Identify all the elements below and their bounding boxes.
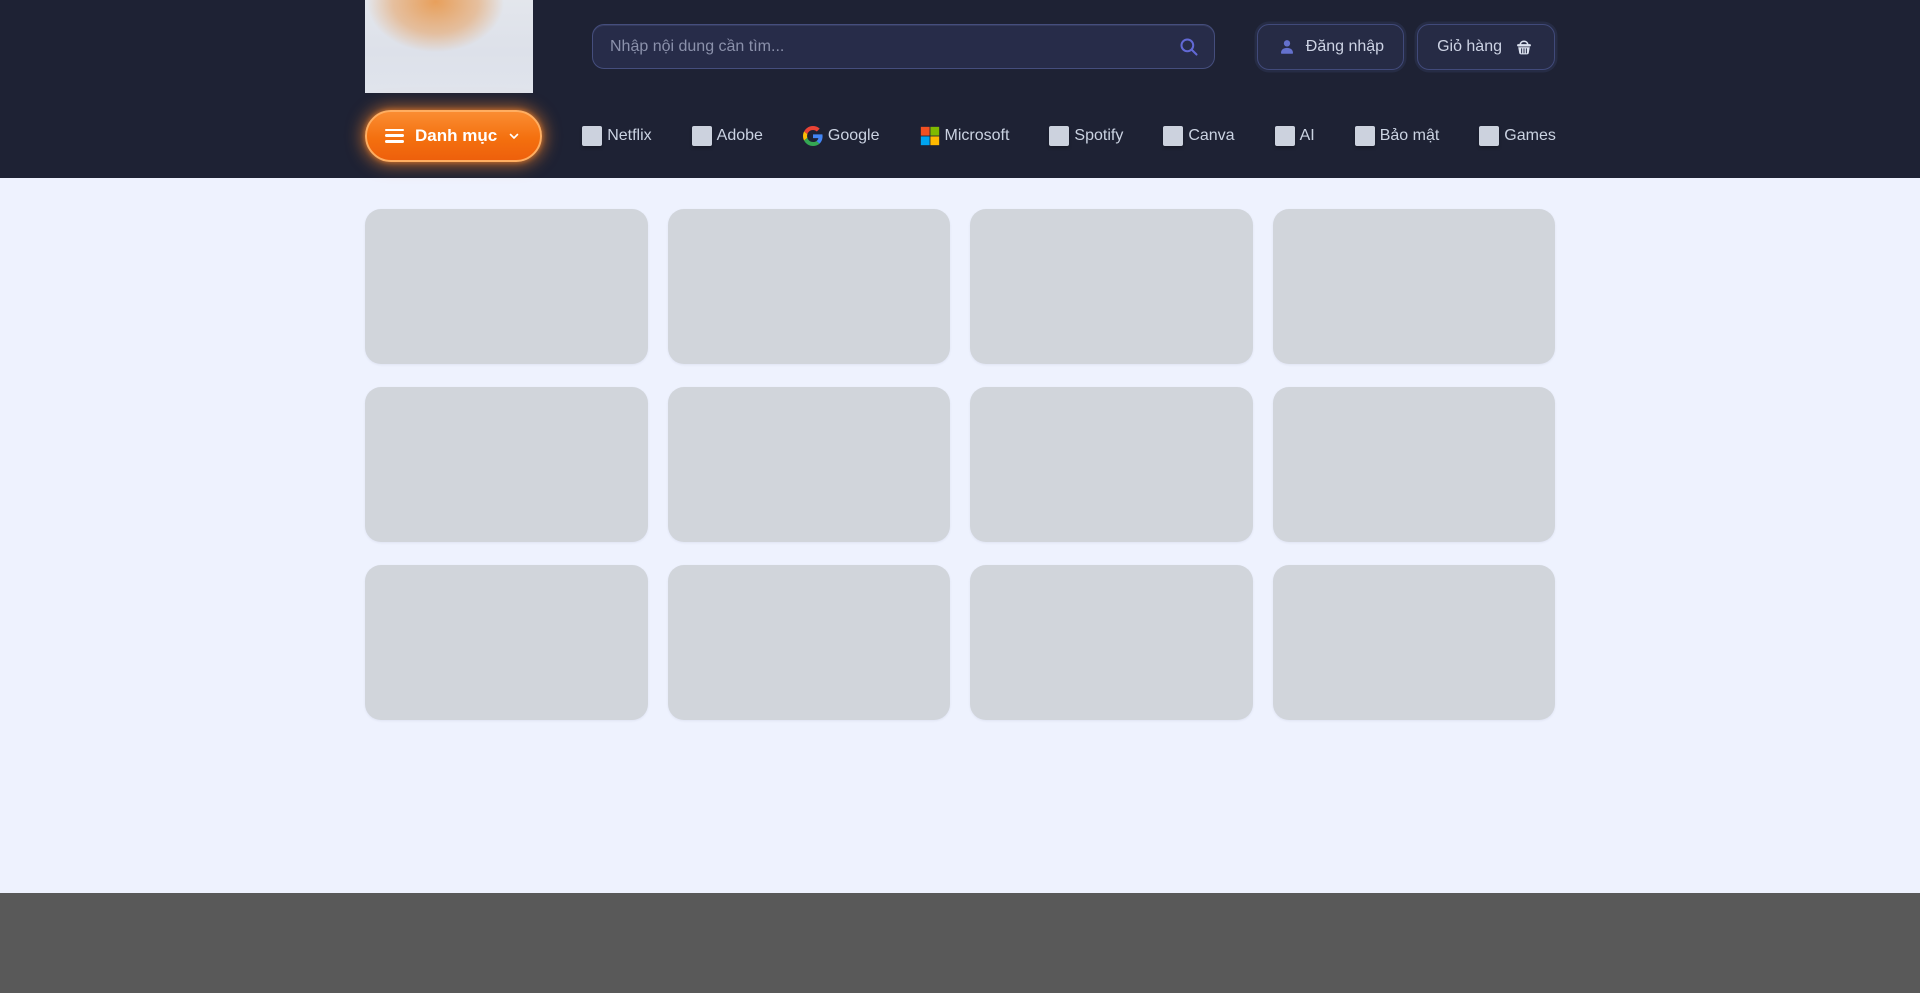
site-header: Đăng nhập Giỏ hàng Danh mục: [0, 0, 1920, 178]
product-card-placeholder[interactable]: [970, 387, 1253, 542]
nav-item-bao-mat[interactable]: Bảo mật: [1355, 126, 1440, 146]
broken-image-placeholder-icon: [1163, 126, 1183, 146]
product-card-grid: [365, 209, 1555, 720]
nav-item-netflix[interactable]: Netflix: [582, 126, 651, 146]
search-icon[interactable]: [1178, 36, 1200, 58]
basket-icon: [1513, 36, 1535, 58]
product-card-placeholder[interactable]: [668, 209, 951, 364]
product-card-placeholder[interactable]: [365, 387, 648, 542]
product-card-placeholder[interactable]: [668, 565, 951, 720]
nav-item-canva[interactable]: Canva: [1163, 126, 1234, 146]
nav-item-ai[interactable]: AI: [1275, 126, 1315, 146]
nav-item-label: Netflix: [607, 127, 651, 145]
product-card-placeholder[interactable]: [1273, 209, 1556, 364]
search-input[interactable]: [592, 24, 1215, 69]
nav-item-label: Canva: [1188, 127, 1234, 145]
product-card-placeholder[interactable]: [365, 209, 648, 364]
broken-image-placeholder-icon: [582, 126, 602, 146]
broken-image-placeholder-icon: [692, 126, 712, 146]
nav-item-google[interactable]: Google: [803, 126, 880, 146]
nav-item-label: Microsoft: [945, 127, 1010, 145]
store-logo[interactable]: [365, 0, 533, 93]
google-logo-icon: [803, 126, 823, 146]
nav-item-label: Spotify: [1074, 127, 1123, 145]
broken-image-placeholder-icon: [1275, 126, 1295, 146]
nav-item-label: Google: [828, 127, 880, 145]
product-card-placeholder[interactable]: [1273, 387, 1556, 542]
menu-icon: [385, 129, 404, 143]
categories-label: Danh mục: [415, 126, 497, 146]
cart-button[interactable]: Giỏ hàng: [1417, 24, 1555, 70]
chevron-down-icon: [508, 130, 520, 142]
product-card-placeholder[interactable]: [970, 209, 1253, 364]
nav-items: Netflix Adobe Google Microsoft Spotify C…: [582, 126, 1556, 146]
nav-item-label: Games: [1504, 127, 1556, 145]
nav-item-adobe[interactable]: Adobe: [692, 126, 763, 146]
product-card-placeholder[interactable]: [365, 565, 648, 720]
header-top-row: Đăng nhập Giỏ hàng: [365, 0, 1555, 93]
cart-label: Giỏ hàng: [1437, 38, 1502, 56]
product-card-placeholder[interactable]: [970, 565, 1253, 720]
nav-item-spotify[interactable]: Spotify: [1049, 126, 1123, 146]
category-nav: Danh mục Netflix Adobe Google Microsoft …: [365, 93, 1555, 178]
nav-item-label: AI: [1300, 127, 1315, 145]
login-label: Đăng nhập: [1306, 38, 1384, 56]
nav-item-label: Adobe: [717, 127, 763, 145]
login-button[interactable]: Đăng nhập: [1257, 24, 1404, 70]
microsoft-logo-icon: [920, 126, 940, 146]
user-icon: [1277, 37, 1297, 57]
search-bar: [592, 24, 1215, 69]
product-card-placeholder[interactable]: [1273, 565, 1556, 720]
nav-item-microsoft[interactable]: Microsoft: [920, 126, 1010, 146]
footer: [0, 893, 1920, 993]
product-card-placeholder[interactable]: [668, 387, 951, 542]
main-content: [0, 178, 1920, 893]
broken-image-placeholder-icon: [1355, 126, 1375, 146]
nav-item-label: Bảo mật: [1380, 127, 1440, 145]
broken-image-placeholder-icon: [1479, 126, 1499, 146]
categories-menu-button[interactable]: Danh mục: [365, 110, 542, 162]
broken-image-placeholder-icon: [1049, 126, 1069, 146]
nav-item-games[interactable]: Games: [1479, 126, 1556, 146]
